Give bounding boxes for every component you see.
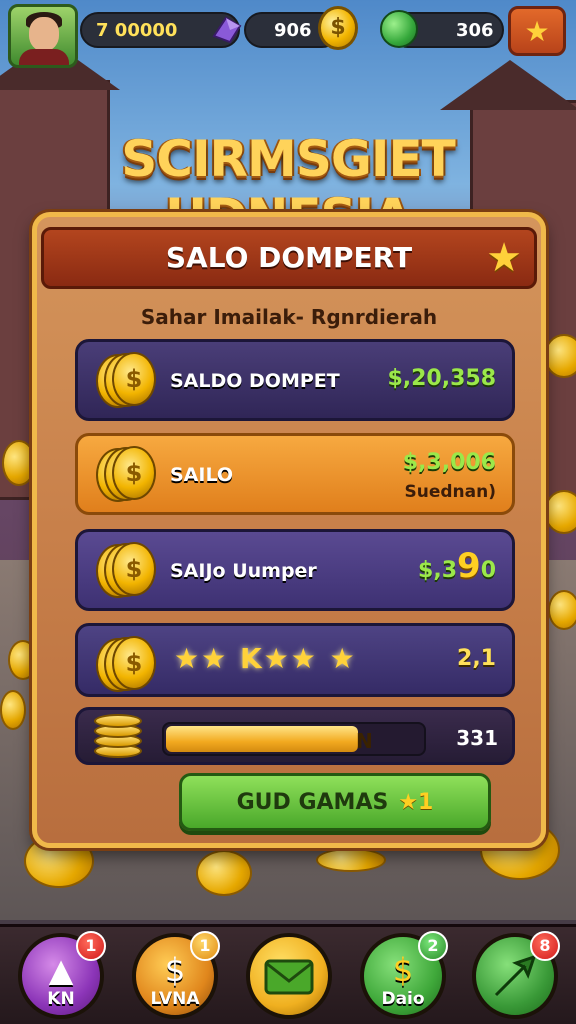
notification-badge: 2	[418, 931, 448, 961]
background-roof-right	[440, 60, 576, 110]
row-value-suffix: 0	[480, 558, 496, 583]
avatar-body	[19, 49, 69, 65]
avatar-face	[29, 17, 59, 51]
star-icon: ★	[524, 14, 550, 48]
progress-bar: N	[162, 722, 426, 756]
notification-badge: 1	[190, 931, 220, 961]
row-value: $,390	[418, 546, 496, 586]
progress-fill	[166, 726, 358, 752]
purple-gem-icon	[212, 16, 242, 44]
background-coin	[196, 850, 252, 896]
row-value-highlight: 9	[457, 546, 481, 586]
background-coin	[316, 848, 386, 872]
play-button-suffix: ★1	[398, 789, 434, 815]
row-label: SAILO	[170, 464, 234, 486]
background-coin	[2, 440, 36, 486]
wallet-row-saldo-dompet[interactable]: $ SALDO DOMPET $,20,358	[75, 339, 515, 421]
nav-button-arrow[interactable]: 8	[472, 931, 560, 1019]
nav-label: Daio	[381, 989, 425, 1009]
row-value-prefix: $,3	[418, 558, 458, 583]
background-coin	[544, 334, 576, 378]
gold-coin-icon: $	[318, 6, 358, 50]
play-button[interactable]: GUD GAMAS ★1	[179, 773, 491, 831]
star-menu-button[interactable]: ★	[508, 6, 566, 56]
envelope-icon	[264, 959, 314, 995]
background-coin	[544, 490, 576, 534]
panel-title: SALO DOMPERT	[165, 241, 413, 274]
panel-header: SALO DOMPERT ★	[41, 227, 537, 289]
background-coin	[548, 590, 576, 630]
wallet-panel: SALO DOMPERT ★ Sahar Imailak- Rgnrdierah…	[32, 212, 546, 848]
currency-3-value: 306	[456, 19, 494, 41]
nav-button-lvna[interactable]: $ LVNA 1	[132, 931, 220, 1019]
bottom-nav: ▲ KN 1 $ LVNA 1 $ Daio 2 8	[0, 924, 576, 1024]
wallet-row-progress[interactable]: N 331	[75, 707, 515, 765]
star-icon[interactable]: ★	[482, 236, 526, 280]
row-value: $,3,006	[402, 450, 496, 475]
coin-stack-icon: $	[96, 636, 156, 694]
background-coin	[0, 690, 26, 730]
nav-label: KN	[47, 989, 75, 1009]
nav-button-daio[interactable]: $ Daio 2	[360, 931, 448, 1019]
coin-pile-icon	[94, 714, 144, 762]
row-value: 331	[456, 726, 498, 750]
nav-label: LVNA	[150, 989, 200, 1009]
coin-stack-icon: $	[96, 352, 156, 410]
wallet-row-sailo[interactable]: $ SAILO $,3,006 Suednan)	[75, 433, 515, 515]
sparkle-stars: ★★ K★★ ★	[174, 642, 357, 675]
top-bar: 7 00000 906 $ 306 ★	[0, 0, 576, 68]
row-value: $,20,358	[387, 366, 496, 391]
progress-label: N	[356, 729, 373, 753]
wallet-row-saijo[interactable]: $ SAIJo Uumper $,390	[75, 529, 515, 611]
wallet-row-stars[interactable]: $ ★★ K★★ ★ 2,1	[75, 623, 515, 697]
panel-subtitle: Sahar Imailak- Rgnrdierah	[140, 305, 438, 329]
notification-badge: 1	[76, 931, 106, 961]
play-button-label: GUD GAMAS	[236, 789, 389, 815]
currency-1-value: 7 00000	[96, 19, 178, 41]
row-subtext: Suednan)	[404, 482, 497, 502]
nav-button-kn[interactable]: ▲ KN 1	[18, 931, 106, 1019]
nav-button-mail[interactable]	[246, 933, 332, 1019]
player-avatar[interactable]	[8, 4, 78, 68]
coin-stack-icon: $	[96, 446, 156, 504]
row-label: SAIJo Uumper	[170, 560, 317, 582]
row-value: 2,1	[457, 646, 496, 671]
currency-2-value: 906	[274, 19, 312, 41]
green-gem-icon	[380, 10, 418, 48]
coin-stack-icon: $	[96, 542, 156, 600]
row-label: SALDO DOMPET	[170, 370, 340, 392]
notification-badge: 8	[530, 931, 560, 961]
